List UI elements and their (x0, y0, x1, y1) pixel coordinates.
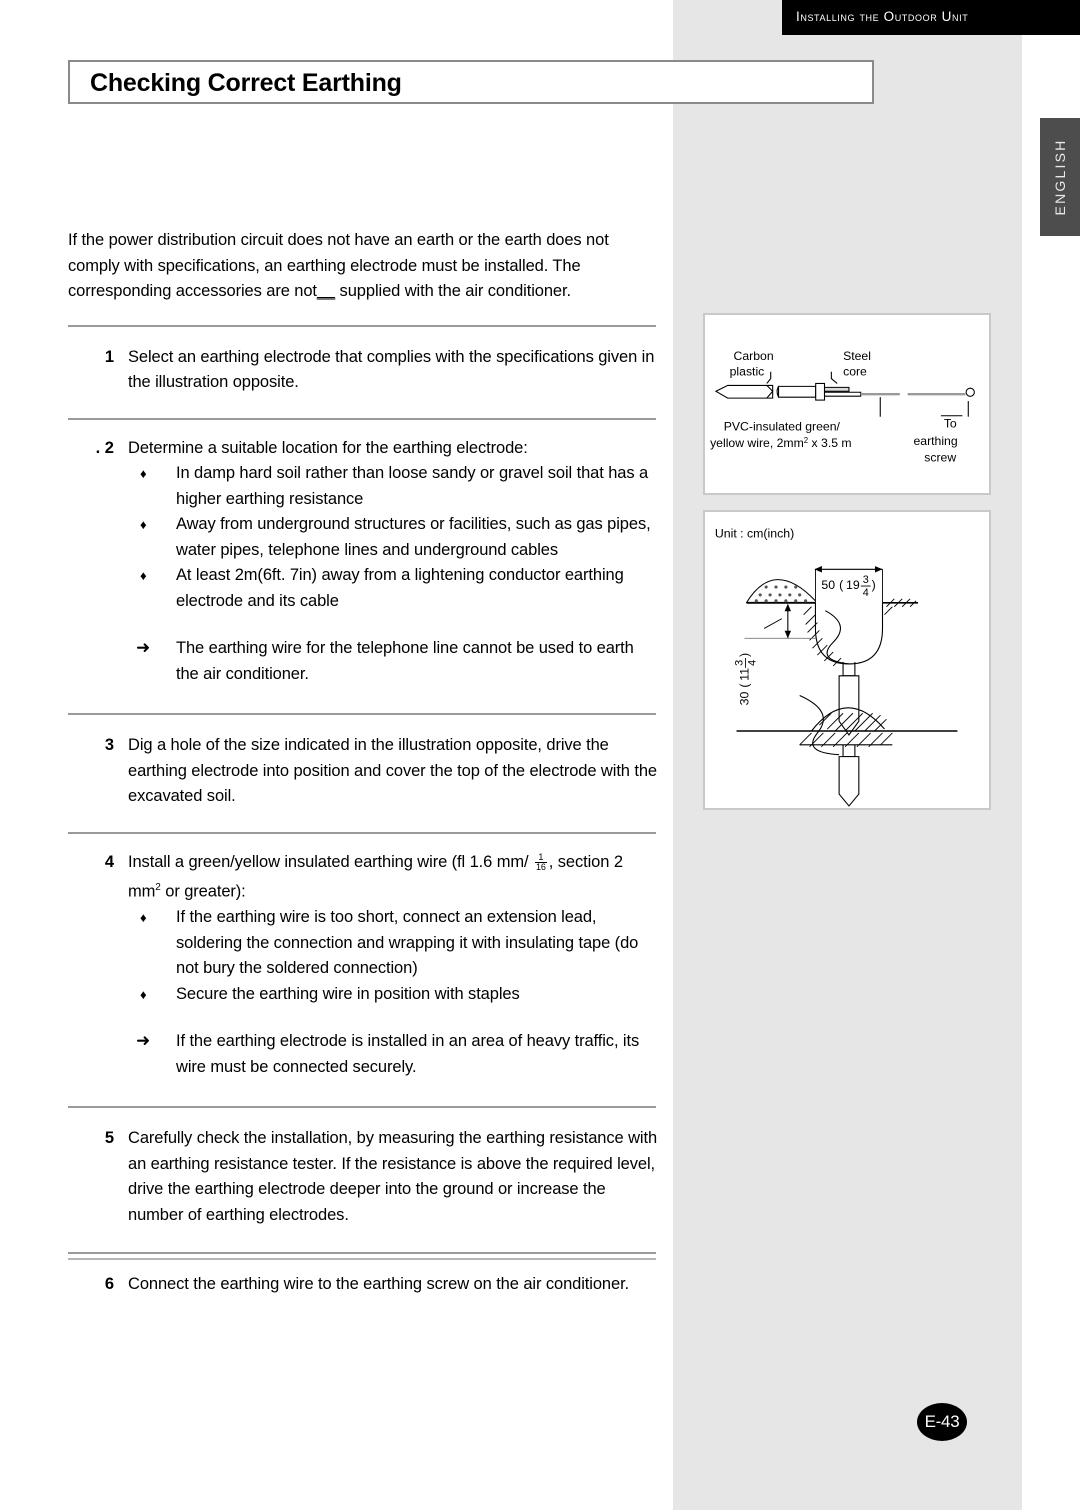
language-tab: ENGLISH (1040, 118, 1080, 236)
note-text: The earthing wire for the telephone line… (176, 639, 634, 683)
svg-text:(: ( (839, 578, 844, 592)
svg-text:): ) (737, 653, 751, 657)
bullet-item: ♦ Away from underground structures or fac… (128, 512, 658, 563)
step-number: 1 (104, 347, 114, 366)
bullet-item: ♦ At least 2m(6ft. 7in) away from a light… (128, 563, 658, 614)
step-number: . 2 (95, 438, 114, 457)
svg-text:19: 19 (846, 578, 860, 592)
bullet-item: ♦ If the earthing wire is too short, conn… (128, 905, 658, 982)
diamond-bullet-icon: ♦ (140, 910, 147, 925)
bullet-item: ♦ In damp hard soil rather than loose san… (128, 461, 658, 512)
section-divider (68, 417, 656, 420)
step-item: . 2 Determine a suitable location for th… (68, 436, 658, 688)
step-text: Carefully check the installation, by mea… (128, 1129, 658, 1224)
section-divider (68, 324, 656, 327)
step-text-part1: Install a green/yellow insulated earthin… (128, 852, 529, 871)
step-item: 5 Carefully check the installation, by m… (68, 1126, 658, 1228)
note-item: ➜ The earthing wire for the telephone lin… (128, 636, 658, 687)
step-item: 3 Dig a hole of the size indicated in th… (68, 733, 658, 810)
illustration-electrode-assembly: Carbon plastic Steel core PVC-insulated … (703, 313, 991, 495)
diamond-bullet-icon: ♦ (140, 466, 147, 481)
label-screw: screw (924, 451, 956, 465)
step-bullet-list: ♦ In damp hard soil rather than loose san… (128, 461, 658, 614)
label-core: core (843, 365, 867, 379)
step-number: 6 (104, 1275, 114, 1293)
arrow-bullet-icon: ➜ (136, 1031, 151, 1050)
label-earthing: earthing (914, 434, 958, 448)
bullet-text: At least 2m(6ft. 7in) away from a lighte… (176, 566, 624, 610)
label-wire-line1: PVC-insulated green/ (724, 419, 841, 433)
page-number: E-43 (924, 1412, 960, 1431)
bottom-divider (68, 1258, 656, 1260)
step-text: Dig a hole of the size indicated in the … (128, 736, 657, 805)
diamond-bullet-icon: ♦ (140, 986, 147, 1002)
step-text: Determine a suitable location for the ea… (128, 438, 528, 457)
diamond-bullet-icon: ♦ (140, 568, 147, 583)
step-text-part3: or greater): (160, 882, 246, 901)
section-divider (68, 1106, 656, 1108)
bullet-item: ♦ Secure the earthing wire in position wi… (128, 982, 658, 1008)
step-text: Select an earthing electrode that compli… (128, 347, 655, 392)
label-to: To (944, 416, 957, 430)
intro-text-marked: __ (316, 282, 336, 300)
svg-text:4: 4 (746, 660, 758, 666)
label-carbon: Carbon (734, 349, 774, 363)
note-item: ➜ If the earthing electrode is installed … (128, 1029, 658, 1080)
section-divider (68, 831, 656, 834)
bullet-text: If the earthing wire is too short, conne… (176, 908, 639, 977)
content-column: If the power distribution circuit does n… (68, 228, 658, 1298)
diamond-bullet-icon: ♦ (140, 517, 147, 532)
step-item: 4 Install a green/yellow insulated earth… (68, 850, 658, 1081)
section-divider (68, 1252, 656, 1254)
svg-text:(: ( (737, 683, 751, 688)
dimension-depth-label: 30 ( 11 3 4 ) (733, 653, 758, 705)
svg-text:3: 3 (733, 660, 745, 666)
page-title-box: Checking Correct Earthing (68, 60, 874, 104)
page-title: Checking Correct Earthing (90, 69, 402, 97)
svg-text:3: 3 (863, 574, 869, 586)
running-header-title: Installing the Outdoor Unit (796, 9, 969, 24)
fraction-one-sixteenth: 1 16 (534, 852, 547, 872)
step-text: Install a green/yellow insulated earthin… (128, 850, 658, 906)
dimension-width-label: 50 ( 19 3 4 ) (821, 574, 875, 599)
step-number: 4 (104, 852, 114, 871)
label-steel: Steel (843, 349, 871, 363)
label-unit: Unit : cm(inch) (715, 527, 794, 541)
step-bullet-list: ♦ If the earthing wire is too short, conn… (128, 905, 658, 1007)
step-text: Connect the earthing wire to the earthin… (128, 1275, 630, 1293)
language-tab-label: ENGLISH (1052, 138, 1068, 216)
bullet-text: In damp hard soil rather than loose sand… (176, 464, 649, 508)
svg-text:): ) (872, 578, 876, 592)
step-item: 1 Select an earthing electrode that comp… (68, 345, 658, 396)
running-header-bar: Installing the Outdoor Unit (782, 0, 1080, 35)
arrow-bullet-icon: ➜ (136, 638, 151, 657)
label-plastic: plastic (730, 365, 765, 379)
step-number: 5 (104, 1129, 114, 1147)
step-item: 6 Connect the earthing wire to the earth… (68, 1272, 658, 1298)
fraction-denominator: 16 (535, 861, 546, 872)
label-wire-line2: yellow wire, 2mm2 x 3.5 m (710, 436, 852, 451)
svg-text:11: 11 (737, 668, 751, 681)
bullet-text: Secure the earthing wire in position wit… (176, 984, 520, 1003)
intro-text-after: supplied with the air conditioner. (335, 282, 572, 300)
intro-paragraph: If the power distribution circuit does n… (68, 228, 658, 305)
illustration-hole-dimensions: Unit : cm(inch) 50 (19 3 4) 30 (11 3 … (703, 510, 991, 810)
section-divider (68, 713, 656, 715)
svg-text:30: 30 (737, 692, 751, 706)
step-number: 3 (104, 736, 114, 754)
svg-text:4: 4 (863, 587, 869, 599)
svg-text:50: 50 (821, 578, 835, 592)
page-number-badge: E-43 (917, 1403, 967, 1441)
note-text: If the earthing electrode is installed i… (176, 1032, 640, 1076)
bullet-text: Away from underground structures or faci… (176, 515, 651, 559)
